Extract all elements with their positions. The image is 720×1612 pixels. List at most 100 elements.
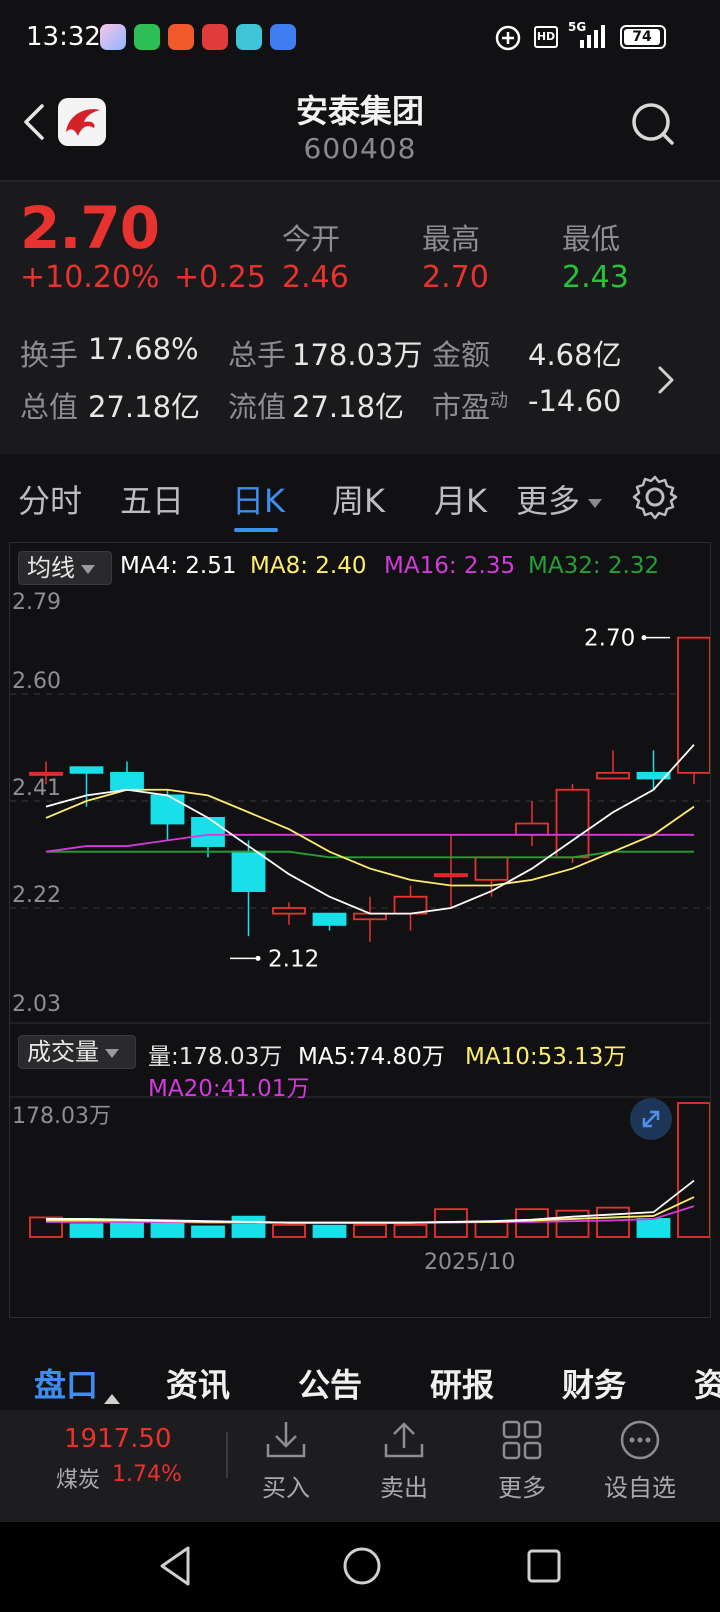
index-value[interactable]: 1917.50 [64,1424,172,1454]
tab-intraday[interactable]: 分时 [18,476,82,522]
expand-up-icon[interactable] [104,1394,120,1404]
stock-name: 安泰集团 [295,92,424,130]
candle-up [596,771,630,780]
tab-capital[interactable]: 资 [694,1360,720,1406]
tab-more-label: 更多 [516,482,581,520]
change-amount: +0.25 [174,260,266,295]
candle-up [515,822,549,836]
sell-button[interactable]: 卖出 [354,1418,454,1503]
volume-dropdown-icon [105,1048,119,1058]
price-axis-label: 2.03 [12,992,61,1017]
nav-home-icon[interactable] [340,1544,384,1588]
hd-badge: HD [534,26,558,48]
system-navigation-bar [0,1522,720,1612]
total-cap-label: 总值 [20,390,79,424]
date-axis-label: 2025/10 [424,1250,515,1275]
tab-five-day[interactable]: 五日 [120,476,184,522]
add-watchlist-label: 设自选 [604,1474,676,1502]
high-marker-dot [641,635,647,641]
expand-button[interactable] [630,1098,672,1140]
pe-label: 市盈动 [432,390,509,424]
open-value: 2.46 [282,260,349,295]
low-price-label: 2.12 [268,946,319,972]
volume-axis-label: 178.03万 [12,1104,111,1129]
tab-financials[interactable]: 财务 [562,1360,626,1406]
more-dots-icon [620,1420,660,1460]
search-icon[interactable] [628,100,678,150]
pe-superscript: 动 [490,390,509,412]
candle-up [434,873,468,878]
kline-chart-panel[interactable]: 均线 MA4: 2.51 MA8: 2.40 MA16: 2.35 MA32: … [9,542,711,1318]
change-percent: +10.20% [20,260,160,295]
app-notification-icon [100,24,126,50]
settings-app-icon [270,24,296,50]
volume-bar-down [110,1220,144,1238]
active-tab-indicator [234,528,278,532]
tab-daily-k[interactable]: 日K [232,476,285,522]
volume-selector-label: 成交量 [27,1038,99,1066]
tab-more[interactable]: 更多 [516,476,603,522]
volume-bar-down [191,1225,225,1238]
candle-up [677,636,710,774]
volume-bar-up [393,1224,428,1238]
volume-bar-up [353,1224,387,1238]
volume-ma5: MA5:74.80万 [298,1044,445,1070]
candlestick-chart[interactable]: 2.79 2.60 2.41 2.22 2.03 2.70 2.12 178.03万 2025/… [10,543,710,1317]
index-name: 煤炭 [56,1468,101,1493]
more-button[interactable]: 更多 [472,1418,572,1503]
signal-icon [580,25,605,48]
total-cap-value: 27.18亿 [88,390,201,424]
status-bar: 13:32 HD 5G 74 [0,0,720,76]
sell-label: 卖出 [380,1474,428,1502]
sell-upload-icon [384,1422,424,1458]
volume-bar-up [555,1209,590,1238]
more-label: 更多 [498,1474,546,1502]
ma4-line [45,744,695,915]
video-app-icon [168,24,194,50]
nav-recents-icon[interactable] [524,1546,564,1586]
candle-down [69,766,104,774]
price-axis-label: 2.22 [12,883,61,908]
volume-current: 量:178.03万 [148,1044,283,1070]
tab-order-book[interactable]: 盘口 [34,1360,98,1406]
gear-icon[interactable] [632,474,678,520]
candle-up [393,895,428,915]
quote-panel[interactable]: 2.70 +10.20% +0.25 今开 2.46 最高 2.70 最低 2.… [0,182,720,454]
volume-value: 178.03万 [292,338,423,372]
message-app-icon [236,24,262,50]
price-axis-label: 2.79 [12,590,61,615]
chevron-right-icon[interactable] [654,362,678,398]
buy-button[interactable]: 买入 [236,1418,336,1503]
volume-bar-up [596,1206,630,1238]
index-change: 1.74% [112,1462,182,1487]
low-value: 2.43 [562,260,629,295]
volume-bar-down [69,1223,104,1238]
candle-up [474,856,509,881]
turnover-label: 换手 [20,338,79,372]
tab-announcements[interactable]: 公告 [298,1360,362,1406]
stock-header: 安泰集团 600408 [0,76,720,180]
ma8-line [45,788,695,887]
amount-value: 4.68亿 [528,338,622,372]
volume-bar-up [474,1221,509,1238]
volume-label: 总手 [228,338,287,372]
ma16-line [45,833,694,853]
candle-up [272,907,306,915]
volume-bar-down [312,1224,347,1238]
stock-code: 600408 [303,132,417,165]
tab-research[interactable]: 研报 [430,1360,494,1406]
tab-weekly-k[interactable]: 周K [332,476,385,522]
float-cap-value: 27.18亿 [292,390,405,424]
float-cap-label: 流值 [228,390,287,424]
low-label: 最低 [562,222,621,256]
volume-selector[interactable]: 成交量 [18,1035,136,1069]
nav-back-icon[interactable] [156,1544,196,1588]
tab-news[interactable]: 资讯 [166,1360,230,1406]
add-watchlist-button[interactable]: 设自选 [590,1418,690,1503]
data-saver-icon [495,25,521,51]
turnover-value: 17.68% [88,332,199,366]
candle-down [150,794,185,825]
amount-label: 金额 [432,338,491,372]
volume-bar-down [231,1215,266,1238]
tab-monthly-k[interactable]: 月K [434,476,487,522]
